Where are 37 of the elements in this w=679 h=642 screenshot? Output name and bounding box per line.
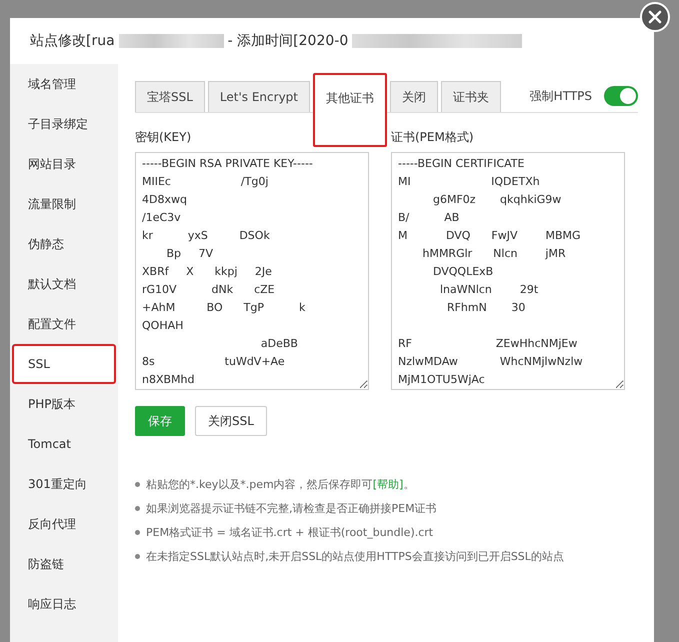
key-textarea[interactable]: -----BEGIN RSA PRIVATE KEY----- MIIEc /Tg0j 4D8xwq /1eC3v kr yxS DSOk Bp 7V XBRf X kkpj 2Je rG10V dNk cZE +AhM BO TgP k QOHAH aDeBB 8s tuWdV+Ae n8XBMhd (135, 152, 369, 390)
sidebar-item[interactable]: 默认文档 (10, 264, 118, 304)
sidebar-item[interactable]: SSL (12, 344, 116, 384)
tab[interactable]: 证书夹 (441, 81, 501, 112)
sidebar-item[interactable]: PHP版本 (10, 384, 118, 424)
sidebar-item[interactable]: Tomcat (10, 424, 118, 464)
force-https-label: 强制HTTPS (530, 88, 592, 104)
window-title: - 添加时间[2020-0 (228, 32, 348, 50)
note-text: 如果浏览器提示证书链不完整,请检查是否正确拼接PEM证书 (146, 500, 437, 516)
sidebar-item[interactable]: 伪静态 (10, 224, 118, 264)
note-text: PEM格式证书 = 域名证书.crt + 根证书(root_bundle).crt (146, 524, 434, 540)
field-label: 证书(PEM格式) (391, 129, 475, 146)
bullet-icon (135, 482, 140, 486)
tab[interactable]: 关闭 (390, 81, 438, 112)
sidebar-item[interactable]: 301重定向 (10, 464, 118, 504)
tab[interactable]: 宝塔SSL (135, 81, 205, 112)
bullet-icon (135, 506, 140, 510)
bullet-icon (135, 530, 140, 534)
certificate-textarea[interactable]: -----BEGIN CERTIFICATE MI IQDETXh g6MF0z qkqhkiG9w B/ AB M DVQ FwJV MBMG hMMRGlr Nlcn jMR DVQQLExB lnaWNlcn 29t RFhmN 30 RF ZEwHhcNMjEw NzlwMDAw WhcNMjlwNzlw MjM1OTU5WjAc (391, 152, 625, 390)
sidebar-item[interactable]: 域名管理 (10, 64, 118, 104)
window-title: 站点修改[rua (30, 32, 115, 50)
tab[interactable]: Let's Encrypt (208, 81, 310, 112)
sidebar-item[interactable]: 响应日志 (10, 584, 118, 624)
note-text: 粘贴您的*.key以及*.pem内容，然后保存即可[帮助]。 (146, 476, 414, 492)
note-text: 在未指定SSL默认站点时,未开启SSL的站点使用HTTPS会直接访问到已开启SSL的站点 (146, 548, 564, 564)
tab[interactable]: 其他证书 (313, 73, 387, 147)
sidebar-item[interactable]: 配置文件 (10, 304, 118, 344)
bullet-icon (135, 554, 140, 558)
close-ssl-button[interactable]: 关闭SSL (195, 406, 267, 436)
toggle-switch[interactable] (604, 86, 638, 106)
sidebar-item[interactable]: 流量限制 (10, 184, 118, 224)
sidebar-item[interactable]: 网站目录 (10, 144, 118, 184)
sidebar-item[interactable]: 反向代理 (10, 504, 118, 544)
field-label: 密钥(KEY) (135, 129, 192, 146)
sidebar-item[interactable]: 防盗链 (10, 544, 118, 584)
close-icon[interactable] (640, 2, 670, 32)
sidebar-item[interactable]: 子目录绑定 (10, 104, 118, 144)
